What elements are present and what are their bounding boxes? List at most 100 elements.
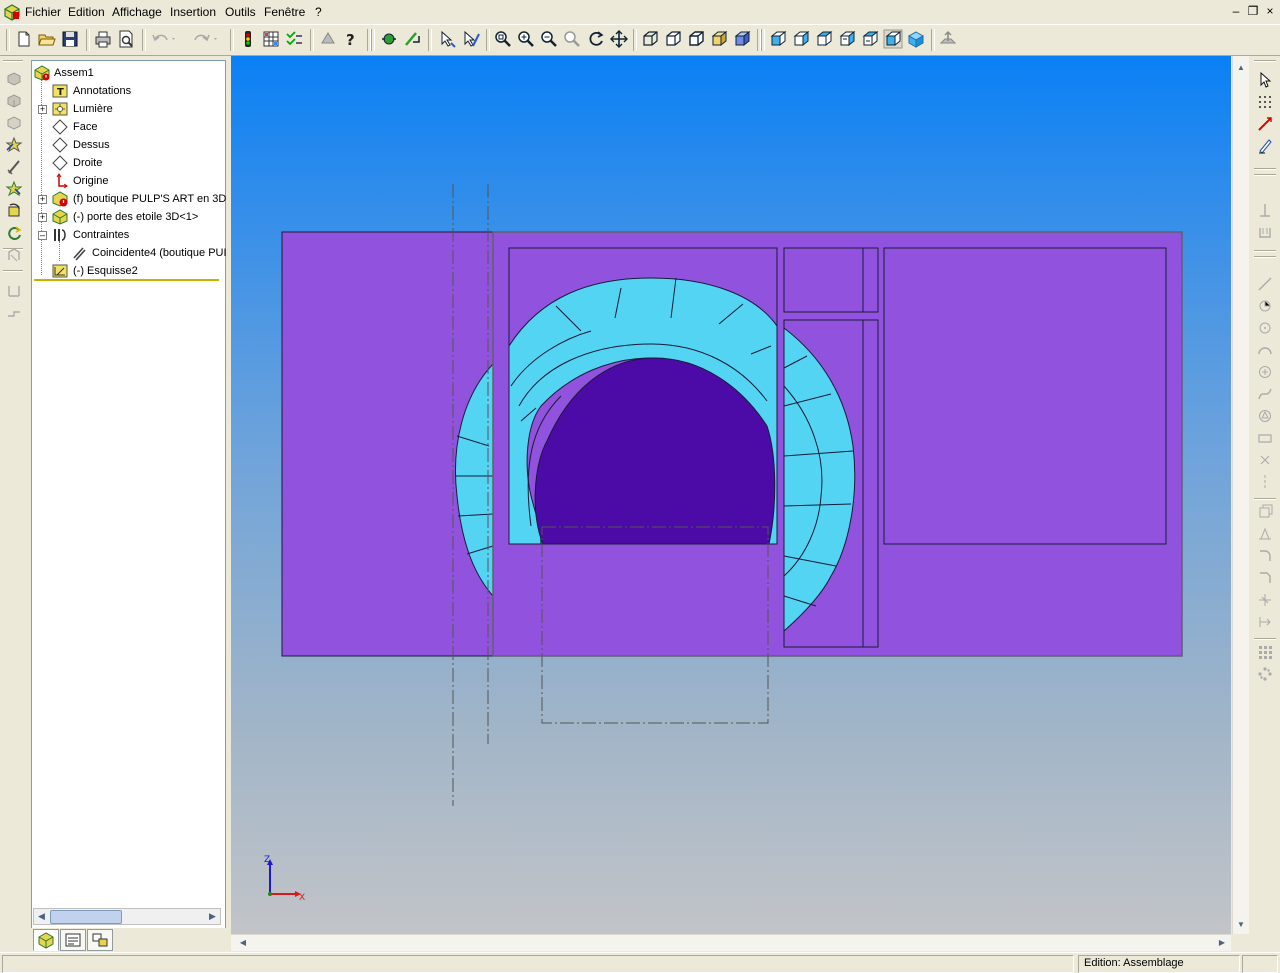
wireframe-view-icon[interactable]: [640, 29, 660, 49]
select-pointer-icon[interactable]: [1257, 72, 1273, 88]
parallelogram-tool-icon[interactable]: [1257, 430, 1273, 446]
sketch-pencil-icon[interactable]: [1257, 138, 1273, 154]
expand-icon[interactable]: +: [38, 195, 47, 204]
top-view-icon[interactable]: [860, 29, 880, 49]
tree-item-droite-plane[interactable]: Droite: [33, 154, 223, 172]
shaded-view-icon[interactable]: [709, 29, 729, 49]
scroll-left-icon[interactable]: ◀: [35, 910, 48, 923]
restore-icon[interactable]: ❐: [1245, 4, 1261, 18]
tree-item-annotations[interactable]: T Annotations: [33, 82, 223, 100]
rebuild-icon[interactable]: [238, 29, 258, 49]
right-view-icon[interactable]: [837, 29, 857, 49]
scroll-right-icon[interactable]: ▶: [1215, 936, 1229, 950]
whats-this-help-icon[interactable]: ?: [341, 29, 361, 49]
dimension-tool-icon[interactable]: [1257, 202, 1273, 218]
tab-configuration-manager[interactable]: [87, 929, 113, 951]
component-tool-icon[interactable]: [318, 29, 338, 49]
interference-detection-icon[interactable]: [5, 246, 23, 264]
offset-entities-icon[interactable]: [1257, 504, 1273, 520]
solidworks-app-icon[interactable]: [3, 3, 21, 24]
collapse-icon[interactable]: –: [38, 231, 47, 240]
grid-icon[interactable]: [1257, 94, 1273, 110]
arc-tool-icon[interactable]: [1257, 342, 1273, 358]
hide-component-icon[interactable]: [5, 92, 23, 110]
scroll-up-icon[interactable]: ▲: [1234, 61, 1248, 75]
scroll-down-icon[interactable]: ▼: [1234, 918, 1248, 932]
scroll-right-icon[interactable]: ▶: [206, 910, 219, 923]
centerline-tool-icon[interactable]: [1257, 474, 1273, 490]
chamfer-tool-icon[interactable]: [1257, 570, 1273, 586]
spline-tool-icon[interactable]: [1257, 386, 1273, 402]
back-view-icon[interactable]: [791, 29, 811, 49]
line-tool-icon[interactable]: [1257, 276, 1273, 292]
menu-help[interactable]: ?: [315, 5, 322, 19]
exploded-view-icon[interactable]: [5, 282, 23, 300]
zoom-to-fit-icon[interactable]: [493, 29, 513, 49]
viewport-vertical-scrollbar[interactable]: ▲ ▼: [1232, 56, 1249, 934]
tree-item-face-plane[interactable]: Face: [33, 118, 223, 136]
isometric-view-icon[interactable]: [906, 29, 926, 49]
rollback-bar[interactable]: [34, 279, 219, 281]
hidden-lines-visible-icon[interactable]: [663, 29, 683, 49]
mate-icon[interactable]: [5, 158, 23, 176]
print-icon[interactable]: [93, 29, 113, 49]
tangent-arc-icon[interactable]: [1257, 364, 1273, 380]
print-preview-icon[interactable]: [116, 29, 136, 49]
menu-affichage[interactable]: Affichage: [112, 5, 162, 19]
extend-tool-icon[interactable]: [1257, 614, 1273, 630]
move-component-tool-icon[interactable]: [5, 202, 23, 220]
open-folder-icon[interactable]: [37, 29, 57, 49]
tree-item-dessus-plane[interactable]: Dessus: [33, 136, 223, 154]
zoom-in-icon[interactable]: [516, 29, 536, 49]
new-document-icon[interactable]: [14, 29, 34, 49]
shaded-with-edges-icon[interactable]: [732, 29, 752, 49]
select-edge-icon[interactable]: [461, 29, 481, 49]
scroll-left-icon[interactable]: ◀: [236, 936, 250, 950]
menu-fenetre[interactable]: Fenêtre: [264, 5, 305, 19]
graphics-area[interactable]: Z X: [231, 56, 1231, 934]
tree-item-boutique-part[interactable]: + (f) boutique PULP'S ART en 3D: [33, 190, 226, 208]
relations-tool-icon[interactable]: [1257, 224, 1273, 240]
minimize-icon[interactable]: –: [1228, 4, 1244, 18]
front-view-icon[interactable]: [768, 29, 788, 49]
trim-tool-icon[interactable]: [1257, 592, 1273, 608]
polygon-tool-icon[interactable]: [1257, 408, 1273, 424]
left-view-icon[interactable]: [814, 29, 834, 49]
smart-dimension-icon[interactable]: [1257, 116, 1273, 132]
zoom-selection-icon[interactable]: [562, 29, 582, 49]
rotate-component-icon[interactable]: [5, 224, 23, 242]
tree-horizontal-scrollbar[interactable]: ◀ ▶: [33, 908, 221, 925]
expand-icon[interactable]: +: [38, 105, 47, 114]
rotate-view-icon[interactable]: [586, 29, 606, 49]
move-component-icon[interactable]: [402, 29, 422, 49]
tree-item-porte-subassembly[interactable]: + (-) porte des etoile 3D<1>: [33, 208, 223, 226]
menu-edition[interactable]: Edition: [68, 5, 105, 19]
mirror-tool-icon[interactable]: [1257, 526, 1273, 542]
smart-fasteners-icon[interactable]: [5, 180, 23, 198]
feature-driven-pattern-icon[interactable]: [5, 136, 23, 154]
custom-properties-icon[interactable]: [284, 29, 304, 49]
insert-component-icon[interactable]: [5, 70, 23, 88]
circle-tool-icon[interactable]: [1257, 320, 1273, 336]
tree-item-lumiere[interactable]: + Lumière: [33, 100, 223, 118]
options-grid-icon[interactable]: [261, 29, 281, 49]
tree-item-contraintes[interactable]: – Contraintes: [33, 226, 223, 244]
select-mate-icon[interactable]: [438, 29, 458, 49]
linear-pattern-icon[interactable]: [1257, 644, 1273, 660]
circular-pattern-icon[interactable]: [1257, 666, 1273, 682]
point-tool-icon[interactable]: [1257, 452, 1273, 468]
undo-icon[interactable]: [150, 29, 180, 49]
tree-root-assembly[interactable]: Assem1: [33, 64, 223, 82]
tree-item-esquisse2[interactable]: (-) Esquisse2: [33, 262, 223, 280]
viewport-horizontal-scrollbar[interactable]: ◀ ▶: [231, 934, 1231, 951]
tab-feature-manager[interactable]: [33, 929, 59, 951]
save-icon[interactable]: [60, 29, 80, 49]
pan-view-icon[interactable]: [609, 29, 629, 49]
rectangle-tool-icon[interactable]: [1257, 298, 1273, 314]
scroll-thumb[interactable]: [50, 910, 122, 924]
assembly-model[interactable]: Z X: [231, 56, 1231, 934]
tree-item-origine[interactable]: Origine: [33, 172, 223, 190]
menu-insertion[interactable]: Insertion: [170, 5, 216, 19]
bottom-view-icon[interactable]: [883, 29, 903, 49]
close-icon[interactable]: ×: [1262, 4, 1278, 18]
